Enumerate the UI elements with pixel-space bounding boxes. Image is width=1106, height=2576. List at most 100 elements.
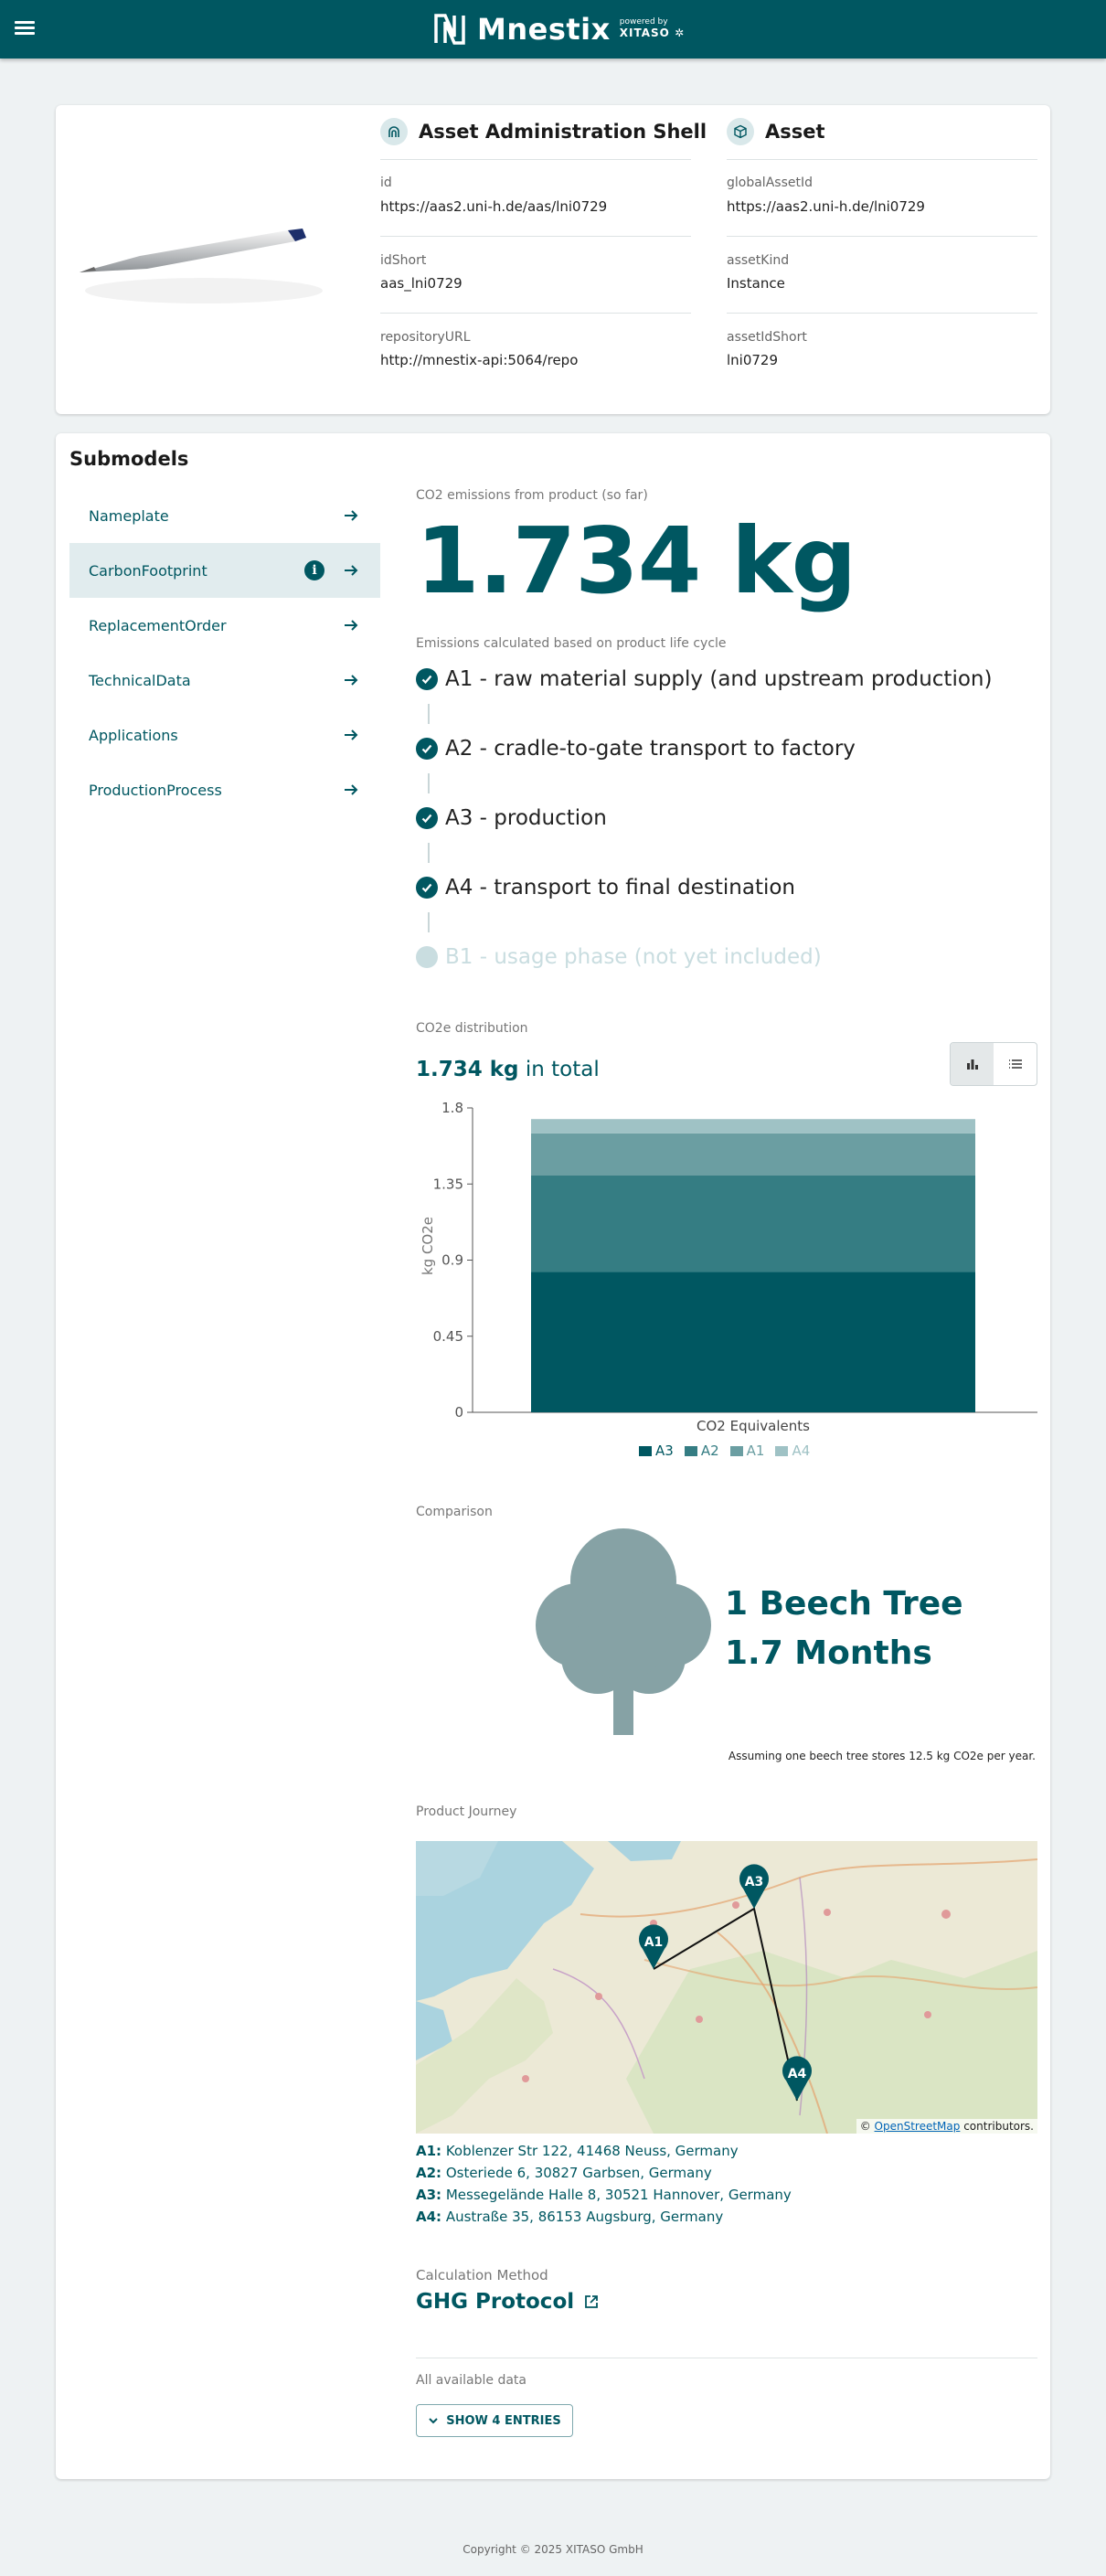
- distribution-label: CO2e distribution: [416, 1021, 528, 1036]
- journey-label: Product Journey: [416, 1804, 517, 1819]
- address-key: A3:: [416, 2187, 442, 2203]
- legend-swatch: [729, 1445, 743, 1456]
- submodel-item-productionprocess[interactable]: ProductionProcess: [69, 762, 380, 817]
- legend-item-a3[interactable]: A3: [639, 1442, 674, 1459]
- powered-by-company: XITASO ✲: [620, 27, 685, 39]
- comparison-assumption: Assuming one beech tree stores 12.5 kg C…: [728, 1750, 1036, 1762]
- lifecycle-stage-disabled: B1 - usage phase (not yet included): [416, 945, 822, 969]
- submodel-item-carbonfootprint[interactable]: CarbonFootprint i: [69, 543, 380, 598]
- product-image: [80, 229, 323, 303]
- top-app-bar: Mnestix powered by XITASO ✲: [0, 0, 1106, 59]
- chevron-down-icon: [429, 2418, 438, 2424]
- map-attribution: © OpenStreetMap contributors.: [856, 2119, 1037, 2134]
- shell-icon: [380, 118, 408, 145]
- check-circle-icon: [416, 738, 438, 760]
- info-icon[interactable]: i: [304, 560, 324, 580]
- comparison-label: Comparison: [416, 1505, 493, 1519]
- footer-copyright: Copyright © 2025 XITASO GmbH: [463, 2543, 643, 2556]
- ghg-protocol-link[interactable]: GHG Protocol: [416, 2290, 600, 2314]
- divider: [727, 236, 1037, 237]
- submodel-label: CarbonFootprint: [89, 561, 207, 580]
- address-value: Austraße 35, 86153 Augsburg, Germany: [445, 2209, 724, 2225]
- empty-circle-icon: [416, 946, 438, 968]
- arrow-right-icon: [345, 510, 358, 521]
- asset-kind-value: Instance: [727, 275, 785, 292]
- show-entries-button[interactable]: SHOW 4 ENTRIES: [416, 2404, 573, 2437]
- bar-segment-a1: [531, 1133, 975, 1176]
- calculation-method-label: Calculation Method: [416, 2267, 548, 2283]
- comparison-months: 1.7 Months: [725, 1634, 932, 1672]
- calculation-method-value: GHG Protocol: [416, 2290, 575, 2314]
- lifecycle-label: Emissions calculated based on product li…: [416, 636, 727, 651]
- address-row: A2: Osteriede 6, 30827 Garbsen, Germany: [416, 2165, 712, 2181]
- submodel-item-replacementorder[interactable]: ReplacementOrder: [69, 598, 380, 653]
- divider: [727, 159, 1037, 160]
- legend-label: A4: [792, 1442, 811, 1459]
- show-entries-label: SHOW 4 ENTRIES: [446, 2413, 561, 2428]
- address-key: A2:: [416, 2165, 442, 2181]
- product-journey-map[interactable]: A1 A3 A4 © OpenStreetMap contributors.: [416, 1841, 1037, 2134]
- aas-id-value: https://aas2.uni-h.de/aas/lni0729: [380, 198, 608, 215]
- address-value: Koblenzer Str 122, 41468 Neuss, Germany: [445, 2143, 739, 2159]
- external-link-icon: [585, 2295, 599, 2308]
- asset-idshort-label: assetIdShort: [727, 330, 807, 345]
- legend-swatch: [639, 1445, 652, 1456]
- submodel-label: Nameplate: [89, 506, 169, 525]
- copyright-symbol: ©: [859, 2120, 871, 2133]
- stage-label: A4 - transport to final destination: [445, 876, 796, 899]
- arrow-right-icon: [345, 675, 358, 686]
- stage-label: A3 - production: [445, 806, 607, 830]
- app-logo[interactable]: Mnestix powered by XITASO ✲: [431, 9, 685, 49]
- menu-icon[interactable]: [15, 18, 35, 40]
- stage-connector: [428, 704, 430, 724]
- legend-item-a4[interactable]: A4: [775, 1442, 810, 1459]
- y-tick-label: 0: [454, 1404, 463, 1421]
- global-asset-id-label: globalAssetId: [727, 176, 813, 190]
- total-value: 1.734 kg: [416, 1058, 519, 1081]
- aas-title: Asset Administration Shell: [419, 121, 707, 143]
- legend-label: A2: [700, 1442, 719, 1459]
- check-circle-icon: [416, 668, 438, 690]
- submodel-label: Applications: [89, 726, 178, 744]
- total-emissions: 1.734 kg in total: [416, 1058, 600, 1081]
- y-axis-title: kg CO2e: [420, 1217, 436, 1275]
- lifecycle-stage: A3 - production: [416, 806, 607, 830]
- submodels-title: Submodels: [69, 448, 189, 470]
- list-view-button[interactable]: [994, 1043, 1037, 1085]
- global-asset-id-value: https://aas2.uni-h.de/lni0729: [727, 198, 925, 215]
- arrow-right-icon: [345, 565, 358, 576]
- divider: [380, 159, 691, 160]
- legend-swatch: [684, 1445, 697, 1456]
- aas-idshort-label: idShort: [380, 253, 427, 268]
- chart-legend: A3 A2 A1 A4: [639, 1442, 810, 1459]
- arrow-right-icon: [345, 729, 358, 740]
- address-row: A4: Austraße 35, 86153 Augsburg, Germany: [416, 2209, 723, 2225]
- asset-title: Asset: [765, 121, 825, 143]
- stage-label: A2 - cradle-to-gate transport to factory: [445, 737, 856, 761]
- aas-repo-label: repositoryURL: [380, 330, 471, 345]
- y-tick-label: 0.45: [433, 1328, 463, 1345]
- lifecycle-stage: A2 - cradle-to-gate transport to factory: [416, 737, 856, 761]
- aas-idshort-value: aas_lni0729: [380, 275, 463, 292]
- bar-chart-view-button[interactable]: [951, 1043, 994, 1085]
- address-value: Osteriede 6, 30827 Garbsen, Germany: [445, 2165, 712, 2181]
- submodel-item-nameplate[interactable]: Nameplate: [69, 488, 380, 543]
- attribution-suffix: contributors.: [963, 2120, 1034, 2133]
- legend-label: A1: [746, 1442, 765, 1459]
- stage-connector: [428, 912, 430, 932]
- divider: [727, 313, 1037, 314]
- legend-item-a2[interactable]: A2: [684, 1442, 719, 1459]
- y-tick-label: 0.9: [441, 1252, 463, 1269]
- asset-idshort-value: lni0729: [727, 352, 779, 368]
- legend-item-a1[interactable]: A1: [729, 1442, 765, 1459]
- legend-label: A3: [655, 1442, 674, 1459]
- arrow-right-icon: [345, 620, 358, 631]
- submodel-item-technicaldata[interactable]: TechnicalData: [69, 653, 380, 708]
- lifecycle-stage: A4 - transport to final destination: [416, 876, 795, 899]
- y-tick-label: 1.8: [441, 1100, 463, 1116]
- asset-kind-label: assetKind: [727, 253, 790, 268]
- y-tick-label: 1.35: [433, 1176, 463, 1192]
- submodel-item-applications[interactable]: Applications: [69, 708, 380, 762]
- openstreetmap-link[interactable]: OpenStreetMap: [875, 2120, 961, 2133]
- chart-view-toggle: [950, 1042, 1037, 1086]
